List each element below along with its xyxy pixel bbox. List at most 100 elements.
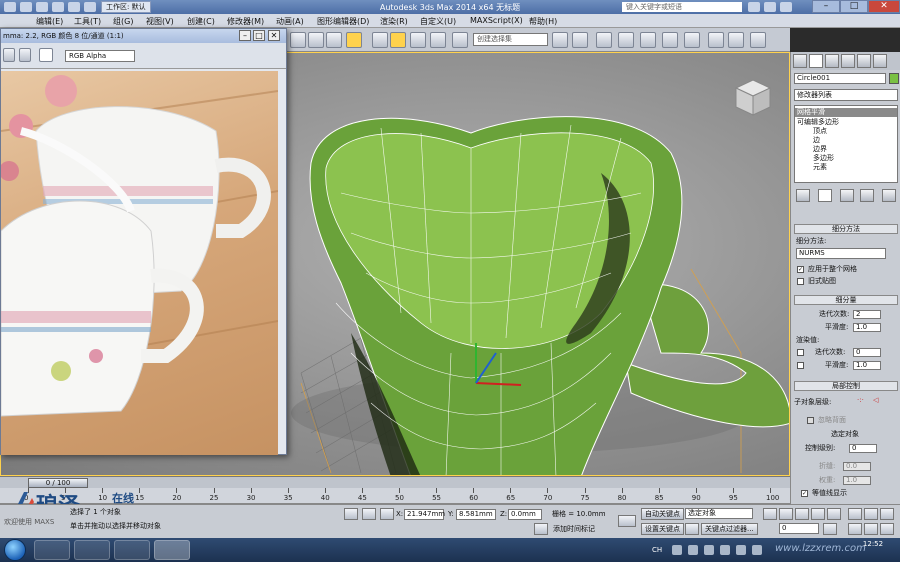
frame-buffer-minimize-button[interactable]: –: [239, 30, 251, 41]
taskbar-app-chrome[interactable]: [34, 540, 70, 560]
channel-red-icon[interactable]: [3, 48, 15, 62]
subdivision-method-dropdown[interactable]: NURMS: [796, 248, 886, 259]
zoom-all-icon[interactable]: [864, 508, 878, 520]
menu-modifiers[interactable]: 修改器(M): [227, 16, 264, 27]
time-tag-icon[interactable]: [534, 523, 548, 535]
y-coordinate-field[interactable]: 8.581mm: [456, 509, 496, 520]
weight-spinner[interactable]: 1.0: [843, 476, 871, 485]
motion-tab-icon[interactable]: [841, 54, 855, 68]
isoline-display-checkbox[interactable]: ✓: [801, 490, 808, 497]
render-iterations-checkbox[interactable]: [797, 349, 804, 356]
stack-item-meshsmooth[interactable]: 网格平滑: [795, 108, 897, 117]
stack-item-element[interactable]: 元素: [813, 163, 827, 172]
pan-view-icon[interactable]: [864, 523, 878, 535]
tray-icon-3[interactable]: [704, 545, 714, 555]
star-icon[interactable]: [764, 2, 776, 12]
set-key-button[interactable]: 设置关键点: [641, 523, 684, 535]
vertex-level-icon[interactable]: ·:·: [857, 396, 864, 405]
key-filters-button[interactable]: 关键点过滤器...: [701, 523, 758, 535]
mirror-icon[interactable]: [552, 32, 568, 48]
frame-buffer-close-button[interactable]: ✕: [268, 30, 280, 41]
configure-modifier-sets-icon[interactable]: [882, 189, 896, 202]
remove-modifier-icon[interactable]: [860, 189, 874, 202]
time-slider[interactable]: 0 / 100: [0, 476, 790, 488]
material-editor-icon[interactable]: [684, 32, 700, 48]
color-swatch-icon[interactable]: [39, 48, 53, 62]
time-slider-thumb[interactable]: 0 / 100: [28, 478, 88, 488]
rollout-local-control[interactable]: 局部控制: [794, 381, 898, 391]
volume-icon[interactable]: [736, 545, 746, 555]
network-icon[interactable]: [752, 545, 762, 555]
field-of-view-icon[interactable]: [848, 523, 862, 535]
search-input[interactable]: 键入关键字或短语: [622, 2, 742, 12]
ignore-backfacing-checkbox[interactable]: [807, 417, 814, 424]
taskbar-app-internet-explorer[interactable]: [74, 540, 110, 560]
add-time-tag-button[interactable]: 添加时间标记: [553, 524, 595, 534]
auto-key-button[interactable]: 自动关键点: [641, 508, 684, 520]
menu-animation[interactable]: 动画(A): [276, 16, 304, 27]
percent-snap-icon[interactable]: [410, 32, 426, 48]
menu-rendering[interactable]: 渲染(R): [380, 16, 408, 27]
start-button[interactable]: [4, 539, 26, 561]
curve-editor-icon[interactable]: [640, 32, 656, 48]
set-keys-icon[interactable]: [685, 523, 699, 535]
menu-group[interactable]: 组(G): [113, 16, 133, 27]
apply-whole-mesh-checkbox[interactable]: ✓: [797, 266, 804, 273]
close-button[interactable]: ✕: [868, 0, 900, 13]
maxscript-listener-hint[interactable]: 欢迎使用 MAXS: [4, 517, 54, 527]
render-iterations-spinner[interactable]: 0: [853, 348, 881, 357]
tray-icon-4[interactable]: [720, 545, 730, 555]
layer-manager-icon[interactable]: [596, 32, 612, 48]
pin-stack-icon[interactable]: [796, 189, 810, 202]
stack-item-polygon[interactable]: 多边形: [813, 154, 834, 163]
key-mode-icon[interactable]: [618, 515, 636, 527]
align-icon[interactable]: [572, 32, 588, 48]
edge-level-icon[interactable]: ◁: [873, 396, 878, 405]
select-move-icon[interactable]: [346, 32, 362, 48]
select-by-name-icon[interactable]: [308, 32, 324, 48]
object-color-swatch[interactable]: [889, 73, 899, 84]
display-tab-icon[interactable]: [857, 54, 871, 68]
viewcube-icon[interactable]: [734, 79, 772, 116]
angle-snap-icon[interactable]: [390, 32, 406, 48]
stack-item-editable-poly[interactable]: 可编辑多边形: [797, 118, 839, 127]
system-clock[interactable]: 12:52: [848, 540, 898, 549]
previous-frame-icon[interactable]: [779, 508, 793, 520]
absolute-mode-icon[interactable]: [380, 508, 394, 520]
minimize-button[interactable]: –: [812, 0, 840, 13]
menu-tools[interactable]: 工具(T): [74, 16, 101, 27]
channel-alpha-icon[interactable]: [19, 48, 31, 62]
input-language[interactable]: CH: [652, 545, 662, 555]
named-selection-set[interactable]: 创建选择集: [473, 33, 548, 46]
isolate-selection-icon[interactable]: [362, 508, 376, 520]
tray-icon-2[interactable]: [688, 545, 698, 555]
render-production-icon[interactable]: [750, 32, 766, 48]
menu-create[interactable]: 创建(C): [187, 16, 215, 27]
stack-item-border[interactable]: 边界: [813, 145, 827, 154]
modify-tab-icon[interactable]: [809, 54, 823, 68]
menu-maxscript[interactable]: MAXScript(X): [470, 16, 523, 25]
maximize-viewport-icon[interactable]: [880, 523, 894, 535]
menu-views[interactable]: 视图(V): [146, 16, 174, 27]
spinner-snap-icon[interactable]: [430, 32, 446, 48]
menu-edit[interactable]: 编辑(E): [36, 16, 63, 27]
next-frame-icon[interactable]: [811, 508, 825, 520]
menu-customize[interactable]: 自定义(U): [420, 16, 456, 27]
graphite-tools-icon[interactable]: [618, 32, 634, 48]
frame-buffer-maximize-button[interactable]: □: [253, 30, 265, 41]
tray-icon-1[interactable]: [672, 545, 682, 555]
crease-spinner[interactable]: 0.0: [843, 462, 871, 471]
rectangle-selection-icon[interactable]: [326, 32, 342, 48]
rollout-subdivision-amount[interactable]: 细分量: [794, 295, 898, 305]
rollout-subdivision-method[interactable]: 细分方法: [794, 224, 898, 234]
stack-item-vertex[interactable]: 顶点: [813, 127, 827, 136]
edit-named-selection-icon[interactable]: [452, 32, 468, 48]
go-to-start-icon[interactable]: [763, 508, 777, 520]
taskbar-app-explorer[interactable]: [114, 540, 150, 560]
maximize-button[interactable]: □: [840, 0, 868, 13]
modifier-list-dropdown[interactable]: 修改器列表: [794, 89, 898, 101]
go-to-end-icon[interactable]: [827, 508, 841, 520]
play-icon[interactable]: [795, 508, 809, 520]
key-filter-selection-dropdown[interactable]: 选定对象: [685, 508, 753, 519]
select-object-icon[interactable]: [290, 32, 306, 48]
